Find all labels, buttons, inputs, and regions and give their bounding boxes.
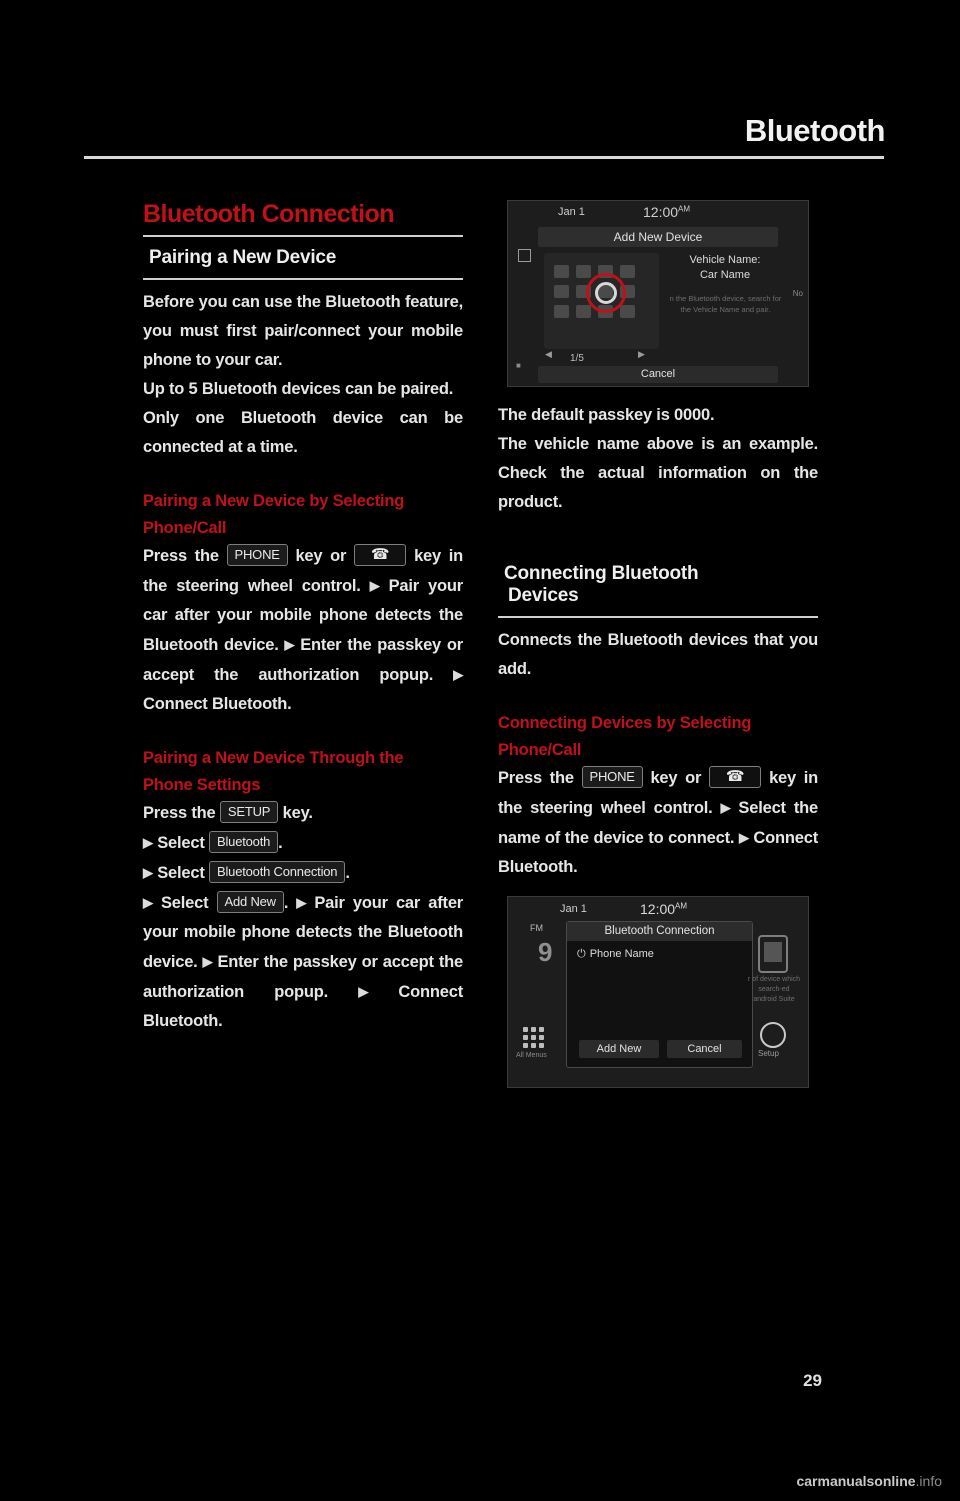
arrow-icon: ▶ (358, 984, 369, 999)
heading-pair-via-settings-1: Pairing a New Device Through the (143, 749, 404, 767)
page-header-title: Bluetooth (744, 113, 886, 148)
screen-side-label: No (792, 289, 803, 298)
setup-label: Setup (758, 1049, 779, 1058)
bluetooth-menu-button[interactable]: Bluetooth (209, 831, 279, 853)
screen-title-add-new-device: Add New Device (538, 227, 778, 247)
header-divider (84, 156, 884, 159)
subsection-divider (498, 616, 818, 618)
device-list-item[interactable]: ⏻ Phone Name (577, 948, 654, 961)
screen-status-bar: Jan 1 12:00AM (508, 201, 808, 225)
paragraph-pair-via-settings: Press the SETUP key. ▶ Select Bluetooth.… (143, 799, 463, 1036)
right-column: Jan 1 12:00AM Add New Device Vehicle Nam… (498, 200, 818, 1088)
arrow-icon: ▶ (202, 954, 213, 969)
screen-fm-label: FM (530, 923, 543, 933)
text-select: Select (157, 834, 205, 852)
screen-bottom-left-icon: ■ (516, 361, 521, 370)
dialog-add-new-button[interactable]: Add New (579, 1040, 659, 1058)
watermark: carmanualsonline.info (796, 1473, 942, 1489)
left-column: Bluetooth Connection Pairing a New Devic… (143, 200, 463, 1036)
arrow-icon: ▶ (143, 865, 153, 880)
screen-right-hint: r of device which search-ed android Suit… (747, 976, 801, 1003)
text-key-or: key or (295, 547, 347, 565)
screen-hint-text: n the Bluetooth device, search for the V… (669, 294, 782, 314)
text-press-the: Press the (143, 547, 219, 565)
phone-key-button[interactable]: PHONE (581, 766, 643, 788)
arrow-icon: ▶ (143, 895, 153, 910)
screen-date: Jan 1 (558, 206, 585, 218)
phone-icon (758, 935, 788, 973)
subsection-divider (143, 278, 463, 280)
text-period: . (345, 864, 350, 882)
heading-pair-via-settings-2: Phone Settings (143, 776, 261, 794)
arrow-icon: ▶ (453, 667, 464, 682)
screen-date: Jan 1 (560, 903, 587, 915)
subsection-pairing-title: Pairing a New Device (149, 247, 337, 268)
arrow-icon: ▶ (296, 895, 307, 910)
section-title: Bluetooth Connection (143, 200, 395, 228)
text-period: . (278, 834, 283, 852)
arrow-icon: ▶ (284, 637, 295, 652)
paragraph-max-devices: Up to 5 Bluetooth devices can be paired. (143, 380, 454, 398)
screenshot-add-new-device: Jan 1 12:00AM Add New Device Vehicle Nam… (507, 200, 809, 387)
paragraph-default-passkey: The default passkey is 0000. (498, 406, 715, 424)
bluetooth-icon: ⏻ (577, 948, 586, 960)
dialog-cancel-button[interactable]: Cancel (667, 1040, 742, 1058)
all-menus-icon[interactable] (523, 1027, 545, 1049)
paragraph-one-connected: Only one Bluetooth device can be connect… (143, 409, 463, 456)
arrow-icon: ▶ (738, 830, 749, 845)
screen-cancel-button[interactable]: Cancel (538, 366, 778, 383)
all-menus-label: All Menus (516, 1052, 547, 1059)
screenshot-bluetooth-connection: Jan 1 12:00AM FM 9 Bluetooth Connection … (507, 896, 809, 1088)
section-divider (143, 235, 463, 237)
paragraph-connect-by-phone: Press the PHONE key or ☎ key in the stee… (498, 764, 818, 882)
text-connect-bluetooth: Connect Bluetooth. (143, 695, 292, 713)
screen-time: 12:00AM (640, 901, 688, 917)
text-period: . (283, 894, 289, 912)
gear-icon[interactable] (595, 282, 617, 304)
text-key-or: key or (650, 769, 702, 787)
call-icon[interactable]: ☎ (353, 544, 407, 566)
heading-pair-by-phone-1: Pairing a New Device by Selecting (143, 492, 405, 510)
screen-left-icon (518, 249, 531, 262)
bluetooth-connection-menu-button[interactable]: Bluetooth Connection (209, 861, 346, 883)
prev-page-icon[interactable]: ◀ (545, 349, 552, 360)
arrow-icon: ▶ (143, 835, 153, 850)
bluetooth-connection-dialog: Bluetooth Connection ⏻ Phone Name Add New… (566, 921, 753, 1068)
paragraph-intro: Before you can use the Bluetooth feature… (143, 293, 463, 369)
screen-frequency: 9 (538, 937, 553, 967)
text-press-the: Press the (143, 804, 216, 822)
arrow-icon: ▶ (369, 578, 380, 593)
text-select: Select (157, 864, 205, 882)
heading-pair-by-phone-2: Phone/Call (143, 519, 227, 537)
call-icon[interactable]: ☎ (708, 766, 762, 788)
setup-key-button[interactable]: SETUP (219, 801, 279, 823)
subsection-connecting-title: Connecting Bluetooth Devices (504, 563, 699, 606)
text-key: key. (282, 804, 313, 822)
add-new-button[interactable]: Add New (216, 891, 284, 913)
paragraph-vehicle-name-note: The vehicle name above is an example. Ch… (498, 435, 818, 511)
text-select: Select (160, 894, 209, 912)
text-press-the: Press the (498, 769, 574, 787)
screen-vehicle-name: Vehicle Name: Car Name (689, 254, 761, 281)
screen-page-indicator: 1/5 (570, 353, 584, 364)
manual-page: Bluetooth Bluetooth Connection Pairing a… (0, 0, 960, 1501)
page-number: 29 (803, 1371, 822, 1390)
paragraph-connects-devices: Connects the Bluetooth devices that you … (498, 631, 818, 678)
arrow-icon: ▶ (720, 800, 731, 815)
heading-connect-by-phone-1: Connecting Devices by Selecting (498, 714, 752, 732)
setup-gear-icon[interactable] (760, 1022, 786, 1048)
heading-connect-by-phone-2: Phone/Call (498, 741, 582, 759)
paragraph-pair-by-phone: Press the PHONE key or ☎ key in the stee… (143, 542, 463, 719)
next-page-icon[interactable]: ▶ (638, 349, 645, 360)
phone-key-button[interactable]: PHONE (226, 544, 288, 566)
screen-time: 12:00AM (643, 204, 691, 220)
dialog-title: Bluetooth Connection (567, 922, 752, 941)
